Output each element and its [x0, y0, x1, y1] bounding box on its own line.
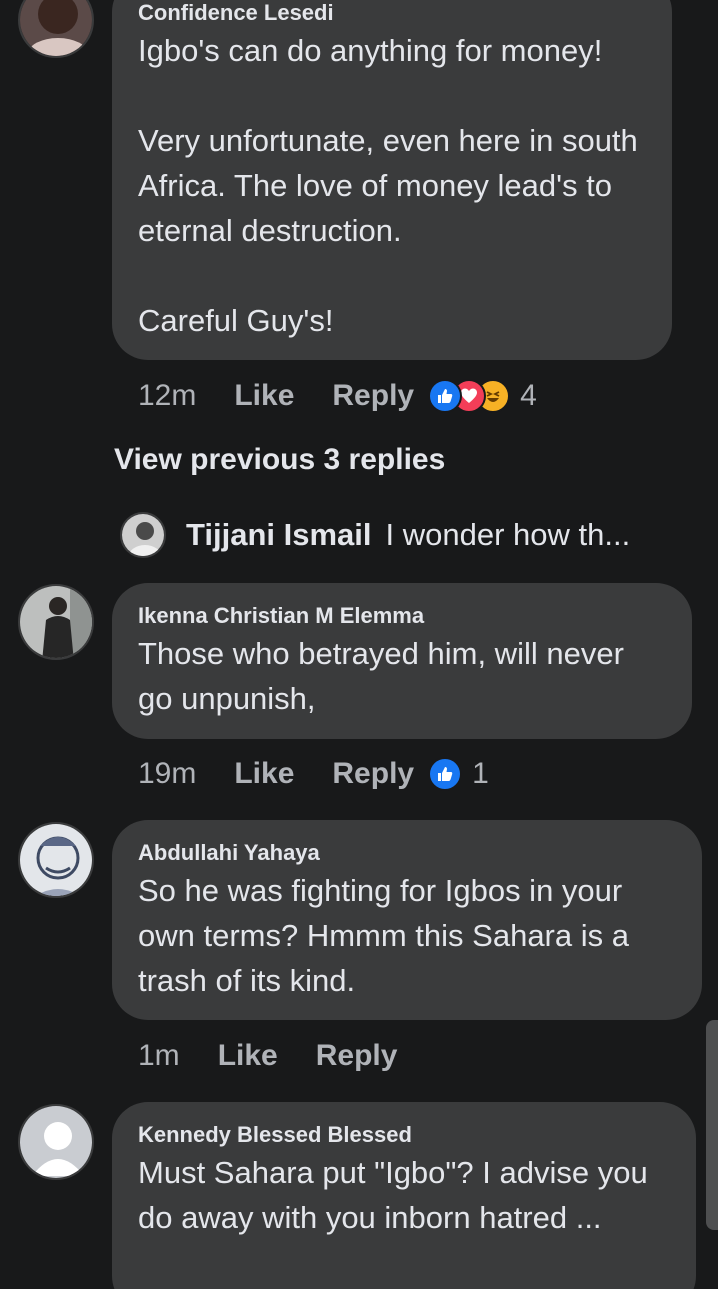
- reply-author[interactable]: Tijjani Ismail: [186, 517, 372, 553]
- comment-author[interactable]: Abdullahi Yahaya: [138, 840, 676, 866]
- comment-text: Must Sahara put "Igbo"? I advise you do …: [138, 1155, 648, 1235]
- comment-text: So he was fighting for Igbos in your own…: [138, 873, 629, 998]
- like-button[interactable]: Like: [218, 1039, 278, 1073]
- like-button[interactable]: Like: [234, 379, 294, 413]
- comment-author[interactable]: Ikenna Christian M Elemma: [138, 603, 666, 629]
- comment-author[interactable]: Kennedy Blessed Blessed: [138, 1122, 670, 1148]
- avatar[interactable]: [18, 822, 94, 898]
- reply-preview[interactable]: Tijjani Ismail I wonder how th...: [120, 512, 630, 558]
- like-icon: [428, 757, 463, 791]
- reply-button[interactable]: Reply: [316, 1039, 398, 1073]
- comment-timestamp[interactable]: 12m: [138, 379, 196, 413]
- comment-bubble[interactable]: Confidence Lesedi Igbo's can do anything…: [112, 0, 672, 360]
- comment-actions: 1m Like Reply: [138, 1036, 435, 1076]
- avatar[interactable]: [18, 1104, 94, 1180]
- view-previous-replies-link[interactable]: View previous 3 replies: [114, 443, 445, 477]
- reaction-summary[interactable]: [428, 379, 511, 413]
- reply-button[interactable]: Reply: [332, 757, 414, 791]
- comments-page: Confidence Lesedi Igbo's can do anything…: [0, 0, 718, 1289]
- comment-actions: 12m Like Reply 4: [138, 376, 537, 416]
- comment-bubble[interactable]: Ikenna Christian M Elemma Those who betr…: [112, 583, 692, 739]
- reaction-count[interactable]: 1: [472, 757, 489, 791]
- like-icon: [428, 379, 463, 413]
- reaction-summary[interactable]: [428, 757, 463, 791]
- comment-actions: 19m Like Reply 1: [138, 754, 489, 794]
- comment-text: Those who betrayed him, will never go un…: [138, 636, 624, 716]
- reply-avatar: [120, 512, 166, 558]
- comment-bubble[interactable]: Abdullahi Yahaya So he was fighting for …: [112, 820, 702, 1020]
- like-button[interactable]: Like: [234, 757, 294, 791]
- comment-author[interactable]: Confidence Lesedi: [138, 0, 646, 26]
- reply-button[interactable]: Reply: [332, 379, 414, 413]
- comment-bubble[interactable]: Kennedy Blessed Blessed Must Sahara put …: [112, 1102, 696, 1289]
- comment-text: Igbo's can do anything for money! Very u…: [138, 33, 638, 338]
- reaction-count[interactable]: 4: [520, 379, 537, 413]
- comment-timestamp[interactable]: 19m: [138, 757, 196, 791]
- scrollbar[interactable]: [706, 1020, 718, 1230]
- avatar[interactable]: [18, 0, 94, 58]
- reply-snippet: I wonder how th...: [385, 517, 631, 552]
- avatar[interactable]: [18, 584, 94, 660]
- comment-timestamp[interactable]: 1m: [138, 1039, 180, 1073]
